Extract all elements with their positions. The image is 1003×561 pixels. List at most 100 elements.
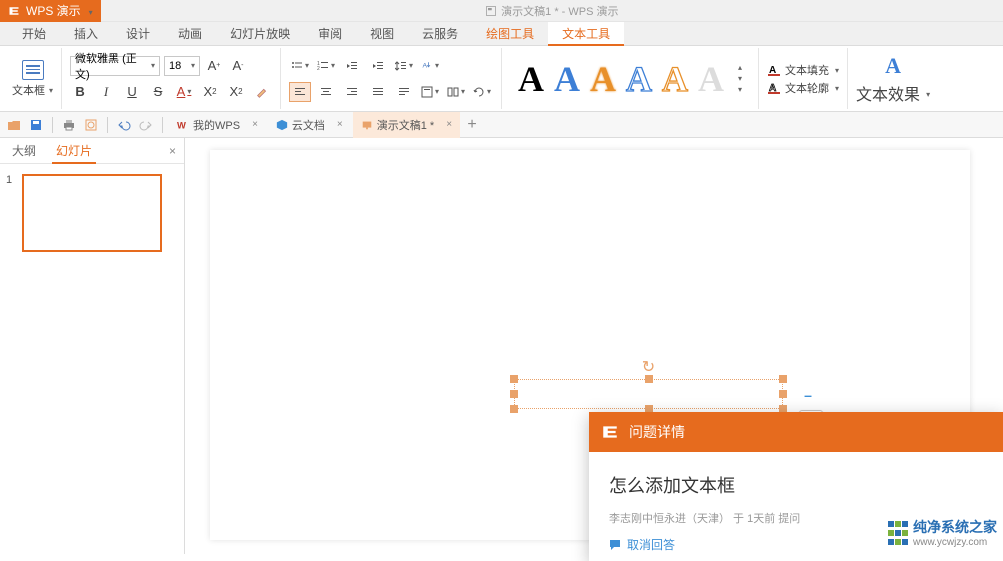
close-icon[interactable]: × [337, 119, 343, 130]
ribbon-group-wordart: A A A A A A ▴ ▾ ▾ [502, 48, 759, 109]
wordart-up[interactable]: ▴ [738, 63, 742, 72]
doc-icon [485, 5, 497, 17]
align-center-button[interactable] [315, 82, 337, 102]
underline-button[interactable]: U [122, 82, 142, 102]
watermark-sub: www.ycwjzy.com [913, 537, 997, 548]
menu-insert[interactable]: 插入 [60, 22, 112, 46]
align-justify-button[interactable] [367, 82, 389, 102]
window-title: 演示文稿1 * - WPS 演示 [101, 3, 1003, 19]
slide-thumbnail[interactable] [22, 174, 162, 252]
text-fill-label: 文本填充 [785, 62, 829, 78]
save-button[interactable] [26, 115, 46, 135]
panel-close-button[interactable]: × [169, 144, 176, 158]
print-preview-button[interactable] [81, 115, 101, 135]
app-menu-button[interactable]: WPS 演示 [0, 0, 101, 22]
columns-button[interactable] [445, 82, 467, 102]
decrease-indent-button[interactable] [341, 56, 363, 76]
wordart-style-6[interactable]: A [698, 61, 724, 97]
font-color-button[interactable]: A [174, 82, 194, 102]
side-tabs: 大纲 幻灯片 × [0, 138, 184, 164]
text-effect-button[interactable]: 文本效果 [856, 81, 930, 105]
text-fill-icon: A [767, 63, 781, 77]
menu-slideshow[interactable]: 幻灯片放映 [216, 22, 304, 46]
distribute-button[interactable] [393, 82, 415, 102]
file-tab-doc1[interactable]: 演示文稿1 * × [353, 112, 460, 138]
resize-handle-mr[interactable] [779, 390, 787, 398]
menu-text-tools[interactable]: 文本工具 [548, 22, 624, 46]
rotate-handle[interactable]: ↻ [642, 357, 655, 377]
align-left-button[interactable] [289, 82, 311, 102]
wordart-style-2[interactable]: A [554, 61, 580, 97]
thumbnail-item[interactable]: 1 [6, 174, 178, 252]
line-spacing-button[interactable] [393, 56, 415, 76]
undo-button[interactable] [114, 115, 134, 135]
close-icon[interactable]: × [252, 119, 258, 130]
menu-design[interactable]: 设计 [112, 22, 164, 46]
open-button[interactable] [4, 115, 24, 135]
resize-handle-tr[interactable] [779, 375, 787, 383]
wordart-style-3[interactable]: A [590, 61, 616, 97]
wordart-down[interactable]: ▾ [738, 74, 742, 83]
presentation-icon [361, 119, 373, 131]
chevron-down-icon [924, 84, 930, 102]
add-tab-button[interactable]: + [462, 116, 482, 134]
wps-logo-icon [601, 423, 619, 441]
menu-drawing-tools[interactable]: 绘图工具 [472, 22, 548, 46]
menu-view[interactable]: 视图 [356, 22, 408, 46]
menu-animation[interactable]: 动画 [164, 22, 216, 46]
slide-panel: 大纲 幻灯片 × 1 [0, 138, 185, 554]
shrink-font-button[interactable]: A- [228, 56, 248, 76]
text-fill-button[interactable]: A 文本填充 [767, 62, 839, 78]
file-tab-label: 演示文稿1 * [377, 117, 434, 133]
subscript-button[interactable]: X2 [226, 82, 246, 102]
font-family-combo[interactable]: 微软雅黑 (正文)▾ [70, 56, 160, 76]
text-effect-icon: A [885, 53, 901, 79]
chevron-down-icon [833, 64, 839, 76]
text-direction-button[interactable]: A [419, 56, 441, 76]
resize-handle-mt[interactable] [645, 375, 653, 383]
selected-textbox[interactable]: ↻ [514, 379, 783, 409]
wps-icon: W [177, 119, 189, 131]
resize-handle-bl[interactable] [510, 405, 518, 413]
clear-format-button[interactable] [252, 82, 272, 102]
textbox-button[interactable]: 文本框 [12, 82, 53, 98]
svg-text:W: W [177, 119, 186, 130]
watermark-logo-icon [887, 520, 907, 546]
menu-start[interactable]: 开始 [8, 22, 60, 46]
print-button[interactable] [59, 115, 79, 135]
menu-cloud[interactable]: 云服务 [408, 22, 472, 46]
collapse-button[interactable]: – [799, 386, 817, 404]
font-size-combo[interactable]: 18▾ [164, 56, 200, 76]
numbering-button[interactable]: 12 [315, 56, 337, 76]
close-icon[interactable]: × [446, 119, 452, 130]
rotate-text-button[interactable] [471, 82, 493, 102]
resize-handle-ml[interactable] [510, 390, 518, 398]
tab-outline[interactable]: 大纲 [8, 138, 40, 164]
superscript-button[interactable]: X2 [200, 82, 220, 102]
text-outline-button[interactable]: A 文本轮廓 [767, 80, 839, 96]
cancel-answer-text: 取消回答 [627, 536, 675, 553]
file-tab-mywps[interactable]: W 我的WPS × [169, 112, 266, 138]
wordart-more[interactable]: ▾ [738, 85, 742, 94]
text-effect-label: 文本效果 [856, 81, 920, 105]
increase-indent-button[interactable] [367, 56, 389, 76]
tab-slides[interactable]: 幻灯片 [52, 138, 96, 164]
file-tab-cloud[interactable]: 云文档 × [268, 112, 351, 138]
align-right-button[interactable] [341, 82, 363, 102]
file-tab-label: 我的WPS [193, 117, 240, 133]
bullets-button[interactable] [289, 56, 311, 76]
vertical-align-button[interactable] [419, 82, 441, 102]
italic-button[interactable]: I [96, 82, 116, 102]
wordart-style-4[interactable]: A [626, 61, 652, 97]
bold-button[interactable]: B [70, 82, 90, 102]
textbox-icon[interactable] [22, 60, 44, 80]
redo-button[interactable] [136, 115, 156, 135]
slide-number: 1 [6, 174, 16, 186]
menu-review[interactable]: 审阅 [304, 22, 356, 46]
ribbon: 文本框 微软雅黑 (正文)▾ 18▾ A+ A- B I U S A X2 X2 [0, 46, 1003, 112]
resize-handle-tl[interactable] [510, 375, 518, 383]
strike-button[interactable]: S [148, 82, 168, 102]
wordart-style-5[interactable]: A [662, 61, 688, 97]
grow-font-button[interactable]: A+ [204, 56, 224, 76]
wordart-style-1[interactable]: A [518, 61, 544, 97]
